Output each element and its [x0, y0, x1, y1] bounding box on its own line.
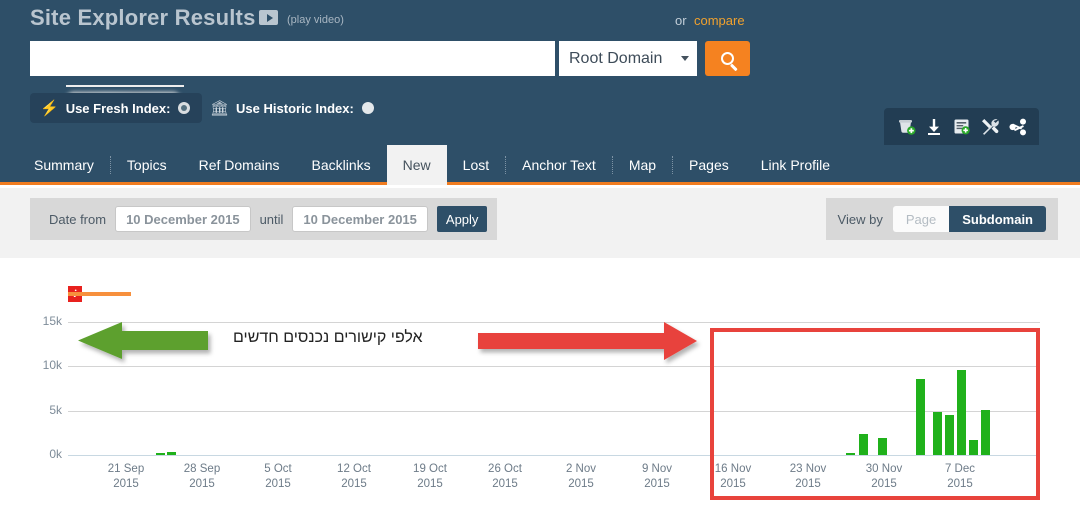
add-to-bucket-icon[interactable]	[897, 117, 916, 136]
historic-index-radio[interactable]	[361, 102, 374, 114]
apply-button[interactable]: Apply	[436, 206, 488, 232]
scope-select-value: Root Domain	[569, 49, 663, 67]
fresh-index-toggle[interactable]: ⚡ Use Fresh Index:	[30, 93, 203, 123]
date-from-label: Date from	[49, 211, 107, 227]
x-tick-year: 2015	[113, 478, 139, 490]
tab-pages[interactable]: Pages	[673, 145, 745, 185]
x-tick-year: 2015	[417, 478, 443, 490]
scope-select[interactable]: Root Domain	[559, 41, 697, 76]
view-by-option-subdomain[interactable]: Subdomain	[949, 206, 1046, 232]
x-axis-tick-label: 2 Nov 2015	[546, 462, 616, 492]
bank-icon: 🏛	[210, 100, 230, 117]
x-tick-year: 2015	[568, 478, 594, 490]
x-axis-tick-label: 5 Oct 2015	[243, 462, 313, 492]
y-axis-tick-label: 0k	[49, 447, 62, 461]
page-title: Site Explorer Results	[30, 5, 256, 30]
date-until-label: until	[259, 211, 284, 227]
highlight-rectangle	[710, 328, 1040, 500]
fresh-index-radio[interactable]	[178, 102, 191, 114]
chart-bar[interactable]	[167, 451, 176, 455]
x-axis-tick-label: 28 Sep 2015	[167, 462, 237, 492]
x-tick-date: 28 Sep	[183, 463, 221, 475]
search-input[interactable]	[30, 41, 555, 113]
x-tick-date: 21 Sep	[107, 463, 145, 475]
tab-ref-domains[interactable]: Ref Domains	[183, 145, 296, 185]
save-report-icon[interactable]	[952, 117, 971, 136]
x-axis-tick-label: 9 Nov 2015	[622, 462, 692, 492]
tools-icon[interactable]	[980, 117, 1000, 136]
x-axis-tick-label: 19 Oct 2015	[395, 462, 465, 492]
tab-lost[interactable]: Lost	[447, 145, 505, 185]
legend-color-swatch	[68, 292, 131, 296]
x-tick-year: 2015	[189, 478, 215, 490]
download-icon[interactable]	[925, 117, 943, 136]
tab-map[interactable]: Map	[613, 145, 672, 185]
y-axis-tick-label: 5k	[49, 402, 62, 417]
view-by-label: View by	[837, 211, 883, 227]
header-tool-bar	[884, 108, 1039, 145]
view-by-filter: View by Page Subdomain	[825, 198, 1058, 240]
y-axis-tick-label: 10k	[42, 358, 62, 373]
historic-index-label: Use Historic Index:	[236, 100, 354, 116]
date-until-input[interactable]: 10 December 2015	[292, 206, 428, 232]
chevron-down-icon	[681, 56, 689, 61]
nav-tabs: Summary Topics Ref Domains Backlinks New Lost…	[0, 145, 1080, 185]
x-tick-date: 2 Nov	[565, 463, 597, 475]
y-axis-tick-label: 15k	[42, 314, 62, 329]
tab-new[interactable]: New	[386, 145, 447, 185]
share-icon[interactable]	[1009, 118, 1027, 136]
chart-legend: i	[68, 286, 131, 302]
x-tick-date: 19 Oct	[413, 463, 447, 475]
lightning-bolt-icon: ⚡	[40, 100, 59, 117]
hebrew-annotation-text: אלפי קישורים נכנסים חדשים	[233, 329, 423, 346]
x-tick-date: 9 Nov	[641, 463, 673, 475]
search-icon	[721, 52, 734, 65]
app-header: Site Explorer Results (play video) or co…	[0, 0, 1080, 145]
view-by-segmented-control: Page Subdomain	[892, 206, 1046, 232]
compare-link[interactable]: compare	[694, 13, 745, 28]
x-tick-year: 2015	[265, 478, 291, 490]
play-video-icon[interactable]	[259, 10, 278, 25]
x-tick-year: 2015	[492, 478, 518, 490]
or-label: or	[675, 13, 687, 28]
x-tick-year: 2015	[341, 478, 367, 490]
filter-bar: Date from 10 December 2015 until 10 Dece…	[0, 188, 1080, 258]
x-tick-date: 5 Oct	[264, 463, 292, 475]
x-tick-date: 12 Oct	[337, 463, 371, 475]
tab-anchor-text[interactable]: Anchor Text	[506, 145, 612, 185]
search-button[interactable]	[705, 41, 750, 76]
search-value-redaction-top	[66, 85, 184, 87]
x-tick-date: 26 Oct	[488, 463, 522, 475]
view-by-option-page[interactable]: Page	[892, 206, 950, 232]
x-axis-tick-label: 26 Oct 2015	[470, 462, 540, 492]
fresh-index-label: Use Fresh Index:	[65, 100, 171, 116]
x-axis-tick-label: 21 Sep 2015	[91, 462, 161, 492]
historic-index-toggle[interactable]: 🏛 Use Historic Index:	[210, 93, 374, 123]
play-video-label[interactable]: (play video)	[287, 14, 344, 26]
site-explorer-page: Site Explorer Results (play video) or co…	[0, 0, 1080, 514]
main-nav: Summary Topics Ref Domains Backlinks New Lost…	[0, 145, 1080, 185]
x-tick-year: 2015	[644, 478, 670, 490]
tab-topics[interactable]: Topics	[111, 145, 183, 185]
tab-summary[interactable]: Summary	[18, 145, 110, 185]
tab-link-profile[interactable]: Link Profile	[745, 145, 846, 185]
x-axis-tick-label: 12 Oct 2015	[319, 462, 389, 492]
tab-backlinks[interactable]: Backlinks	[296, 145, 387, 185]
chart-gridline	[68, 322, 1040, 324]
date-from-input[interactable]: 10 December 2015	[115, 206, 251, 232]
date-range-filter: Date from 10 December 2015 until 10 Dece…	[30, 198, 498, 240]
chart-bar[interactable]	[156, 453, 165, 455]
